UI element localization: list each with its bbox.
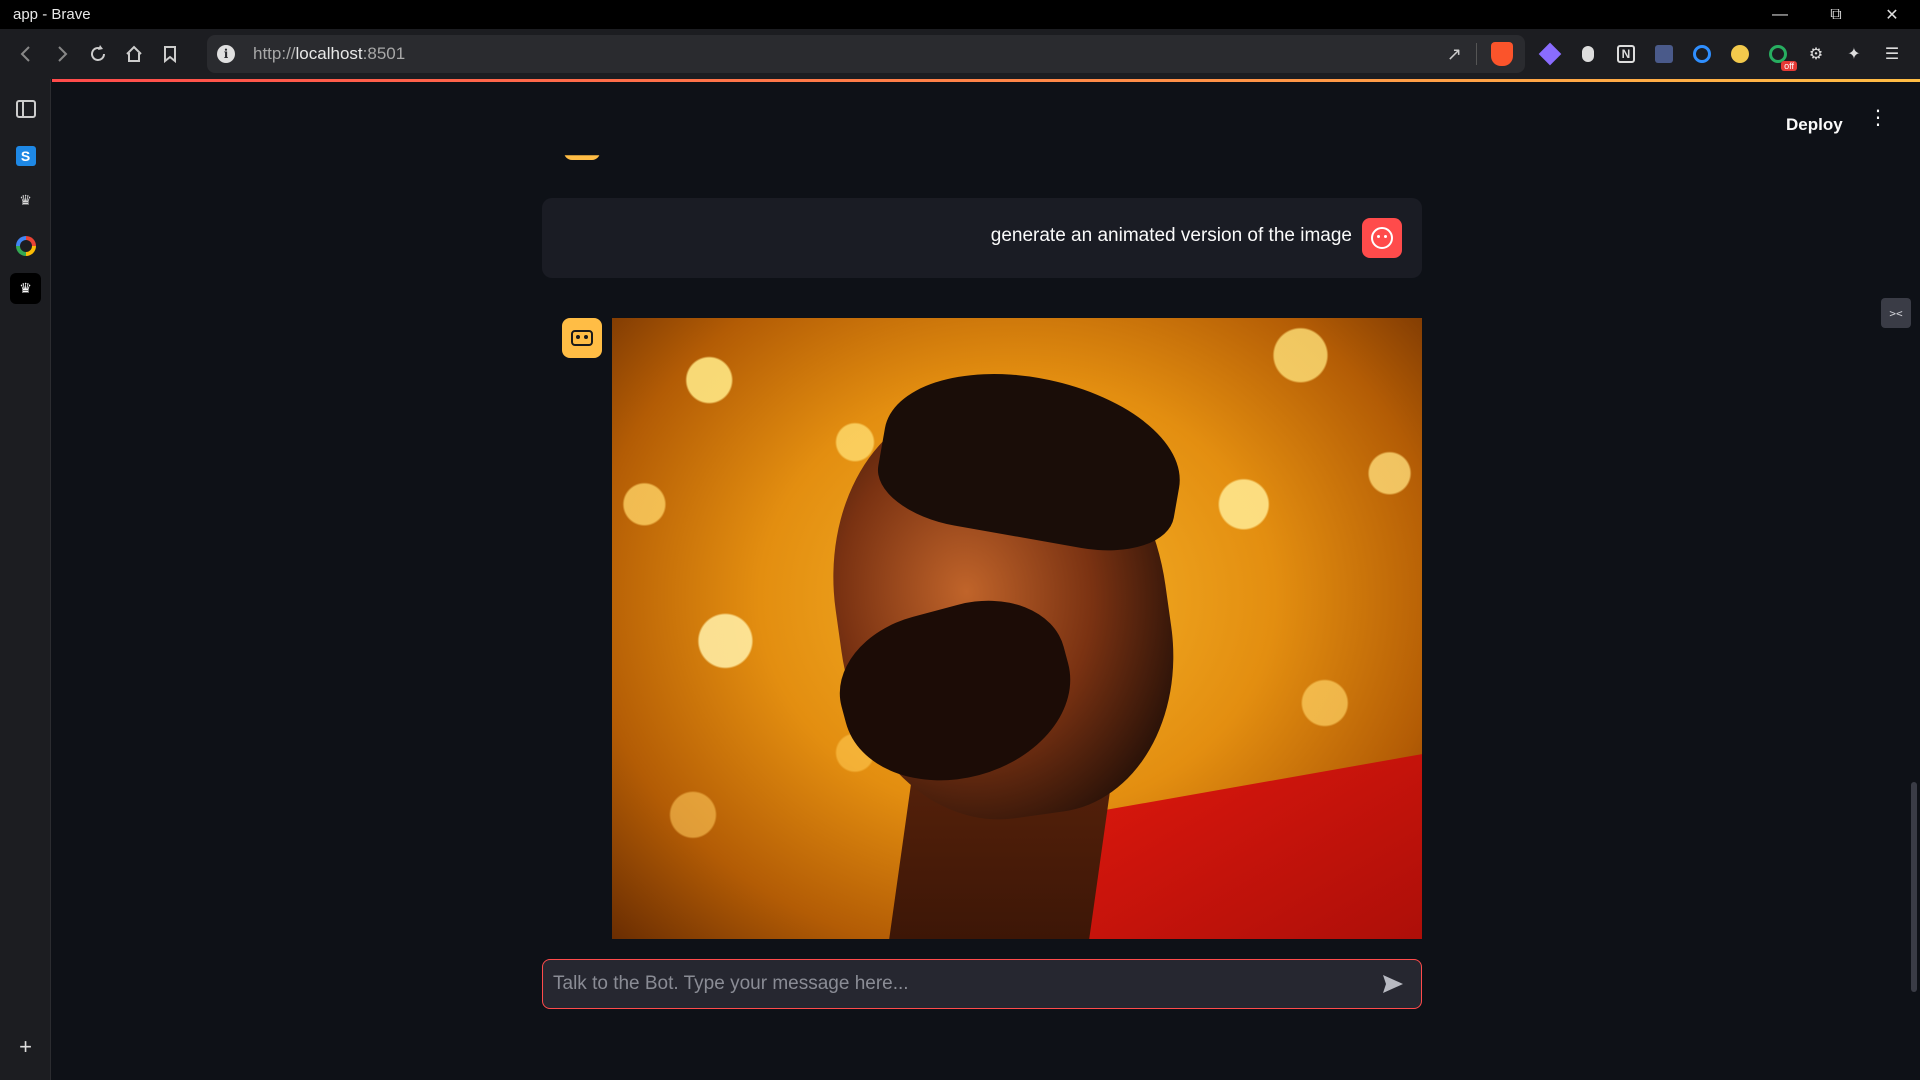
diamond-extension-icon[interactable] [1537,41,1563,67]
sidebar-add-button[interactable]: + [10,1031,41,1062]
crown-active-icon: ♛ [19,280,32,296]
user-message: generate an animated version of the imag… [542,198,1422,278]
brave-shields-icon[interactable] [1491,42,1513,66]
previous-bot-avatar [564,155,600,160]
streamlit-app: Deploy ⋮ generate an animated version of… [52,82,1920,1080]
target-extension-icon[interactable] [1689,41,1715,67]
notion-extension-icon[interactable]: N [1613,41,1639,67]
url-scheme: http:// [253,44,296,63]
url-host: localhost [295,44,363,63]
window-title: app - Brave [13,6,91,23]
extensions-row: N off ⚙ ✦ ☰ [1537,29,1905,79]
send-icon [1383,975,1403,993]
extension-off-badge: off [1781,61,1797,71]
window-titlebar: app - Brave — ⧉ ✕ [0,0,1920,29]
s-app-glyph: S [15,145,36,166]
sidebar-s-app-icon[interactable]: S [10,140,41,171]
url-text[interactable]: http://localhost:8501 [253,44,405,64]
address-bar[interactable]: i http://localhost:8501 ↗ [207,35,1525,73]
forward-icon[interactable] [44,36,80,72]
expand-icon[interactable]: >< [1881,298,1911,328]
user-avatar-icon [1362,218,1402,258]
minimize-icon[interactable]: — [1752,0,1808,29]
smiley-extension-icon[interactable] [1727,41,1753,67]
sidebar-panel-icon[interactable] [10,93,41,124]
browser-sidebar: S ♛ ♛ + [0,79,51,1080]
crown-icon: ♛ [19,192,32,208]
hamburger-menu-icon[interactable]: ☰ [1879,41,1905,67]
generated-image [612,318,1422,939]
deploy-button[interactable]: Deploy [1786,115,1843,135]
back-icon[interactable] [8,36,44,72]
send-button[interactable] [1373,964,1413,1004]
chat-input[interactable] [543,960,1373,1008]
divider [1476,43,1477,65]
page-scrollbar[interactable] [1911,782,1917,992]
share-icon[interactable]: ↗ [1447,44,1462,65]
image-extension-icon[interactable] [1651,41,1677,67]
bookmark-icon[interactable] [152,36,188,72]
mouse-extension-icon[interactable] [1575,41,1601,67]
sidebar-google-icon[interactable] [10,230,41,261]
urlbar-actions: ↗ [1447,35,1513,73]
reload-icon[interactable] [80,36,116,72]
bot-avatar-icon [562,318,602,358]
window-controls: — ⧉ ✕ [1752,0,1920,29]
close-icon[interactable]: ✕ [1864,0,1920,29]
main-menu-icon[interactable]: ⋮ [1868,108,1888,128]
restore-icon[interactable]: ⧉ [1808,0,1864,29]
sidebar-crown-icon[interactable]: ♛ [10,185,41,216]
sidebar-crown-active-icon[interactable]: ♛ [10,273,41,304]
user-message-text: generate an animated version of the imag… [990,225,1352,246]
url-port: :8501 [362,44,406,63]
chat-input-box[interactable] [542,959,1422,1009]
leo-ai-icon[interactable]: ✦ [1841,41,1867,67]
toggle-extension-icon[interactable]: off [1765,41,1797,71]
home-icon[interactable] [116,36,152,72]
browser-toolbar: i http://localhost:8501 ↗ N off ⚙ ✦ ☰ [0,29,1920,79]
puzzle-extensions-icon[interactable]: ⚙ [1803,41,1829,67]
site-info-icon[interactable]: i [217,45,235,63]
